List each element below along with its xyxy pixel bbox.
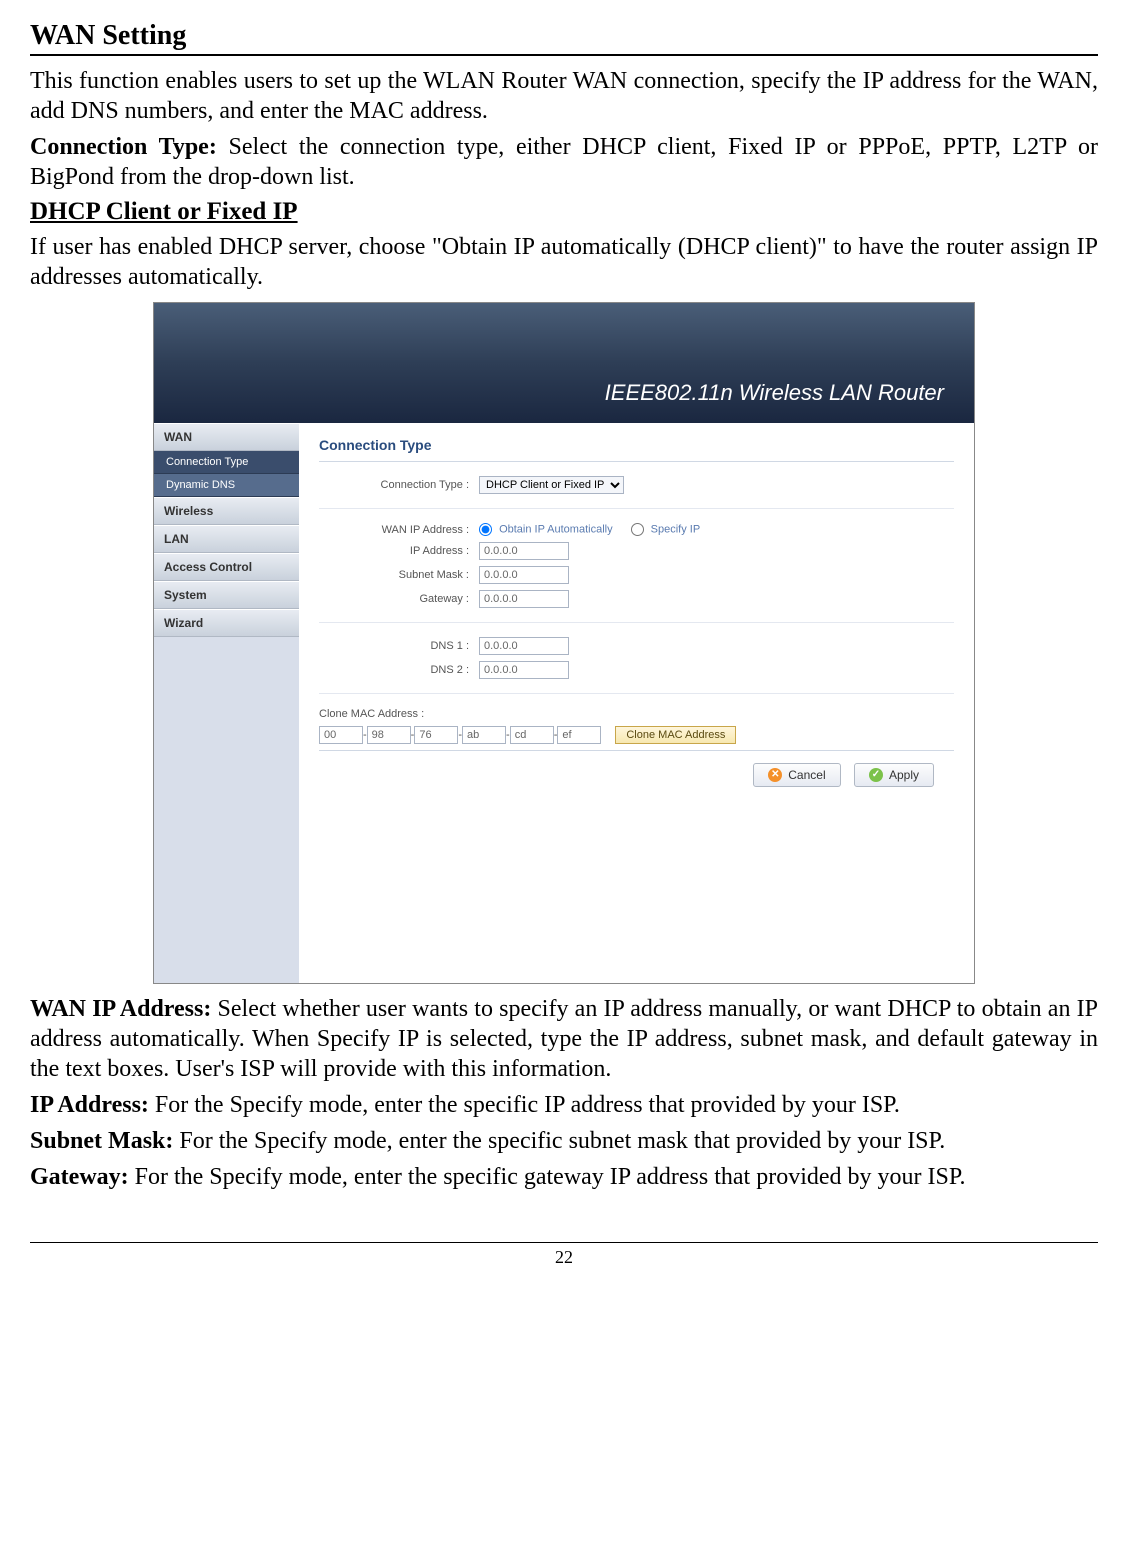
sidebar-system[interactable]: System <box>154 581 299 609</box>
radio-obtain-ip-label: Obtain IP Automatically <box>499 523 613 535</box>
connection-type-label: Connection Type: <box>30 134 217 160</box>
ip-address-label: IP Address: <box>30 1092 149 1118</box>
sidebar-wan[interactable]: WAN <box>154 423 299 451</box>
label-connection-type: Connection Type : <box>319 479 479 491</box>
intro-paragraph: This function enables users to set up th… <box>30 66 1098 126</box>
subnet-mask-paragraph: Subnet Mask: For the Specify mode, enter… <box>30 1126 1098 1156</box>
router-ui-screenshot: IEEE802.11n Wireless LAN Router WAN Conn… <box>153 302 975 984</box>
clone-mac-button[interactable]: Clone MAC Address <box>615 726 736 744</box>
radio-specify-ip-input[interactable] <box>631 523 644 536</box>
sidebar-wireless[interactable]: Wireless <box>154 497 299 525</box>
sidebar-access-control[interactable]: Access Control <box>154 553 299 581</box>
label-clone-mac: Clone MAC Address : <box>319 708 434 720</box>
row-subnet-mask: Subnet Mask : <box>319 566 954 584</box>
mac-input-2[interactable] <box>414 726 458 744</box>
ip-address-paragraph: IP Address: For the Specify mode, enter … <box>30 1090 1098 1120</box>
content-panel: Connection Type Connection Type : DHCP C… <box>299 423 974 983</box>
sidebar-item-dynamic-dns[interactable]: Dynamic DNS <box>154 474 299 497</box>
sidebar-wizard[interactable]: Wizard <box>154 609 299 637</box>
separator-3 <box>319 693 954 694</box>
wan-ip-paragraph: WAN IP Address: Select whether user want… <box>30 994 1098 1084</box>
separator-1 <box>319 508 954 509</box>
label-wan-ip: WAN IP Address : <box>319 524 479 536</box>
wan-ip-label: WAN IP Address: <box>30 996 211 1022</box>
main-area: WAN Connection Type Dynamic DNS Wireless… <box>154 423 974 983</box>
radio-specify-ip-label: Specify IP <box>651 523 701 535</box>
apply-label: Apply <box>889 768 919 782</box>
sidebar-item-connection-type[interactable]: Connection Type <box>154 451 299 474</box>
mac-input-1[interactable] <box>367 726 411 744</box>
separator-2 <box>319 622 954 623</box>
label-gateway: Gateway : <box>319 593 479 605</box>
top-gradient <box>154 303 974 363</box>
apply-button[interactable]: ✓ Apply <box>854 763 934 787</box>
connection-type-select[interactable]: DHCP Client or Fixed IP <box>479 476 624 494</box>
gateway-input[interactable] <box>479 590 569 608</box>
mac-input-4[interactable] <box>510 726 554 744</box>
dhcp-paragraph: If user has enabled DHCP server, choose … <box>30 232 1098 292</box>
row-clone-mac-label: Clone MAC Address : <box>319 708 954 720</box>
label-ip-address: IP Address : <box>319 545 479 557</box>
label-dns2: DNS 2 : <box>319 664 479 676</box>
sidebar: WAN Connection Type Dynamic DNS Wireless… <box>154 423 299 983</box>
gateway-label: Gateway: <box>30 1164 129 1190</box>
subnet-mask-input[interactable] <box>479 566 569 584</box>
cancel-label: Cancel <box>788 768 825 782</box>
radio-obtain-ip-input[interactable] <box>479 523 492 536</box>
page-title: WAN Setting <box>30 20 1098 56</box>
row-connection-type: Connection Type : DHCP Client or Fixed I… <box>319 476 954 494</box>
row-dns1: DNS 1 : <box>319 637 954 655</box>
ip-address-text: For the Specify mode, enter the specific… <box>149 1092 900 1118</box>
label-dns1: DNS 1 : <box>319 640 479 652</box>
label-subnet-mask: Subnet Mask : <box>319 569 479 581</box>
connection-type-paragraph: Connection Type: Select the connection t… <box>30 132 1098 192</box>
panel-title: Connection Type <box>319 437 954 462</box>
footer-bar: ✕ Cancel ✓ Apply <box>319 750 954 799</box>
gateway-text: For the Specify mode, enter the specific… <box>129 1164 966 1190</box>
mac-input-5[interactable] <box>557 726 601 744</box>
dns2-input[interactable] <box>479 661 569 679</box>
row-gateway: Gateway : <box>319 590 954 608</box>
row-ip-address: IP Address : <box>319 542 954 560</box>
radio-specify-ip[interactable]: Specify IP <box>631 523 701 536</box>
sidebar-lan[interactable]: LAN <box>154 525 299 553</box>
cancel-button[interactable]: ✕ Cancel <box>753 763 840 787</box>
ip-address-input[interactable] <box>479 542 569 560</box>
page-number: 22 <box>30 1242 1098 1268</box>
mac-input-0[interactable] <box>319 726 363 744</box>
cancel-icon: ✕ <box>768 768 782 782</box>
row-dns2: DNS 2 : <box>319 661 954 679</box>
subnet-mask-label: Subnet Mask: <box>30 1128 173 1154</box>
mac-input-3[interactable] <box>462 726 506 744</box>
dhcp-subheading: DHCP Client or Fixed IP <box>30 198 1098 226</box>
gateway-paragraph: Gateway: For the Specify mode, enter the… <box>30 1162 1098 1192</box>
apply-icon: ✓ <box>869 768 883 782</box>
banner: IEEE802.11n Wireless LAN Router <box>154 363 974 423</box>
dns1-input[interactable] <box>479 637 569 655</box>
row-clone-mac-inputs: - - - - - Clone MAC Address <box>319 726 954 744</box>
row-wan-ip: WAN IP Address : Obtain IP Automatically… <box>319 523 954 536</box>
subnet-mask-text: For the Specify mode, enter the specific… <box>173 1128 945 1154</box>
radio-obtain-ip[interactable]: Obtain IP Automatically <box>479 523 613 536</box>
